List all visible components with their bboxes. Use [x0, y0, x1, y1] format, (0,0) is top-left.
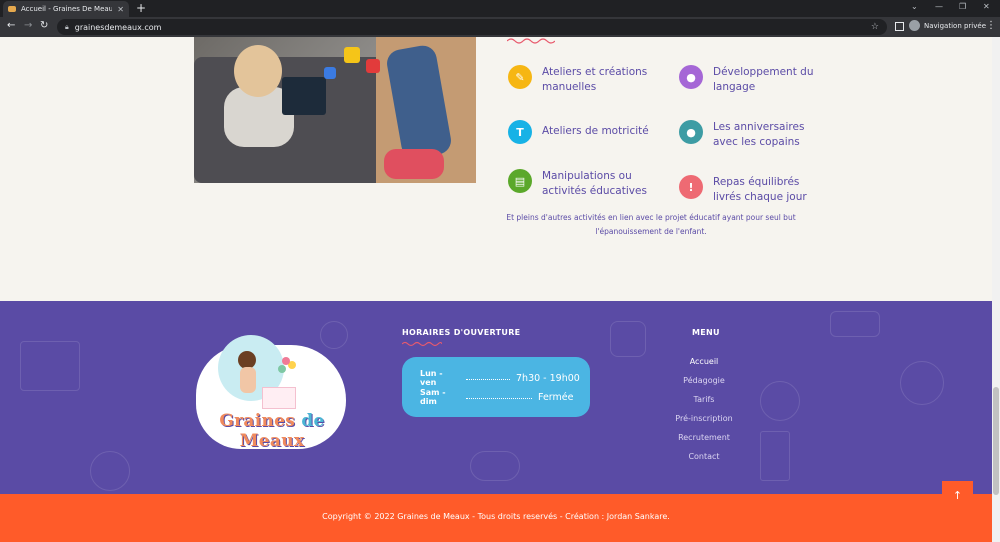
background-doodle	[900, 361, 944, 405]
site-favicon-icon	[8, 6, 16, 12]
footer-menu-title: MENU	[692, 328, 720, 337]
footer-link-pedagogie[interactable]: Pédagogie	[664, 376, 744, 385]
private-browsing-indicator[interactable]: Navigation privée	[909, 20, 986, 31]
hours-time: Fermée	[538, 391, 574, 403]
bookmark-star-icon[interactable]: ☆	[871, 22, 879, 32]
photo-toy	[344, 47, 360, 63]
tab-close-icon[interactable]: ✕	[117, 5, 124, 14]
activity-label: Ateliers et créations manuelles	[542, 66, 648, 93]
tab-title: Accueil - Graines De Meaux	[21, 5, 113, 13]
forward-arrow-icon[interactable]: →	[24, 20, 32, 31]
activity-label: Les anniversaires avec les copains	[713, 121, 805, 148]
card-icon: ▤	[508, 169, 532, 193]
activity-label: Manipulations ou activités éducatives	[542, 170, 647, 197]
hours-row: Sam - dim Fermée	[420, 388, 573, 406]
hours-row: Lun - ven 7h30 - 19h00	[420, 369, 580, 387]
copyright-text: Copyright © 2022 Graines de Meaux - Tous…	[322, 512, 670, 521]
logo-word-1: Graines	[219, 411, 296, 431]
scroll-to-top-button[interactable]: ↑	[942, 481, 973, 509]
close-window-button[interactable]: ✕	[983, 2, 990, 11]
speech-bubble-icon: ●	[679, 65, 703, 89]
background-doodle	[760, 381, 800, 421]
photo-book	[282, 77, 326, 115]
private-browsing-label: Navigation privée	[924, 21, 987, 30]
opening-hours-title: HORAIRES D'OUVERTURE	[402, 328, 521, 337]
activity-item: ! Repas équilibrés livrés chaque jour	[679, 175, 823, 205]
pencil-icon: ✎	[508, 65, 532, 89]
activity-item: ● Les anniversaires avec les copains	[679, 120, 823, 150]
background-doodle	[90, 451, 130, 491]
page-scrollbar[interactable]	[992, 37, 1000, 542]
hours-day: Lun - ven	[420, 369, 443, 387]
site-footer: Graines de Meaux HORAIRES D'OUVERTURE Lu…	[0, 301, 992, 494]
background-doodle	[20, 341, 80, 391]
logo-child-body	[240, 367, 256, 393]
browser-tab-bar: Accueil - Graines De Meaux ✕ + ⌄ — ❐ ✕	[0, 0, 1000, 17]
arrow-up-icon: ↑	[952, 488, 963, 502]
browser-tab[interactable]: Accueil - Graines De Meaux ✕	[3, 1, 129, 17]
logo-word-3: Meaux	[239, 431, 305, 451]
hours-dots	[466, 376, 510, 380]
url-text[interactable]: grainesdemeaux.com	[75, 23, 865, 32]
browser-toolbar: ← → ↻ 🔒︎ grainesdemeaux.com ☆ Navigation…	[0, 17, 1000, 37]
logo-flowers	[282, 357, 290, 365]
decorative-wave-icon	[402, 341, 442, 347]
footer-link-recrutement[interactable]: Recrutement	[664, 433, 744, 442]
address-bar[interactable]: 🔒︎ grainesdemeaux.com ☆	[57, 19, 887, 35]
logo-word-2: de	[295, 411, 325, 431]
activity-item: ● Développement du langage	[679, 65, 823, 95]
footer-link-accueil[interactable]: Accueil	[664, 357, 744, 366]
hours-dots	[466, 395, 532, 399]
activity-label: Développement du langage	[713, 66, 814, 93]
logo-blocks	[262, 387, 296, 409]
page-viewport: ✎ Ateliers et créations manuelles ● Déve…	[0, 37, 992, 542]
photo-adult-feet	[384, 149, 444, 179]
exclamation-icon: !	[679, 175, 703, 199]
photo-toy	[324, 67, 336, 79]
letter-t-icon: T	[508, 120, 532, 144]
background-doodle	[610, 321, 646, 357]
decorative-wave-icon	[507, 38, 555, 44]
copyright-bar: Copyright © 2022 Graines de Meaux - Tous…	[0, 494, 992, 542]
browser-menu-icon[interactable]: ⋮	[986, 20, 996, 31]
side-panel-icon[interactable]	[895, 22, 904, 31]
opening-hours-card: Lun - ven 7h30 - 19h00 Sam - dim Fermée	[402, 357, 590, 417]
footer-link-pre-inscription[interactable]: Pré-inscription	[664, 414, 744, 423]
lock-icon[interactable]: 🔒︎	[65, 23, 69, 32]
reload-icon[interactable]: ↻	[40, 20, 48, 31]
restore-button[interactable]: ❐	[959, 2, 966, 11]
footer-link-tarifs[interactable]: Tarifs	[664, 395, 744, 404]
background-doodle	[470, 451, 520, 481]
footer-link-contact[interactable]: Contact	[664, 452, 744, 461]
drop-icon: ●	[679, 120, 703, 144]
activity-label: Ateliers de motricité	[542, 125, 649, 137]
activity-item: T Ateliers de motricité	[508, 120, 652, 144]
background-doodle	[830, 311, 880, 337]
activities-footnote: Et pleins d'autres activités en lien ave…	[506, 213, 796, 236]
minimize-button[interactable]: —	[935, 2, 943, 11]
graines-de-meaux-logo[interactable]: Graines de Meaux	[194, 329, 350, 451]
scrollbar-thumb[interactable]	[993, 387, 999, 495]
logo-wordmark: Graines de Meaux	[194, 411, 350, 451]
back-arrow-icon[interactable]: ←	[7, 20, 15, 31]
activity-item: ▤ Manipulations ou activités éducatives	[508, 169, 652, 199]
new-tab-button[interactable]: +	[136, 2, 146, 14]
activity-label: Repas équilibrés livrés chaque jour	[713, 176, 807, 203]
children-playing-photo	[194, 37, 476, 183]
background-doodle	[760, 431, 790, 481]
activity-item: ✎ Ateliers et créations manuelles	[508, 65, 652, 95]
hours-time: 7h30 - 19h00	[516, 372, 580, 384]
tab-search-icon[interactable]: ⌄	[911, 2, 918, 11]
photo-toy	[366, 59, 380, 73]
hours-day: Sam - dim	[420, 388, 446, 406]
photo-child-head	[234, 45, 282, 97]
incognito-avatar-icon	[909, 20, 920, 31]
